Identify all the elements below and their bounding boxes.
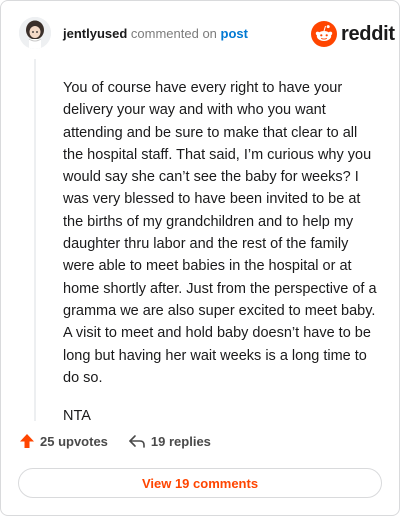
reply-count: 19 replies <box>150 433 211 449</box>
replies-button[interactable]: 19 replies <box>128 433 211 449</box>
upvote-arrow-icon <box>20 434 34 448</box>
reply-arrow-icon <box>129 435 145 448</box>
commented-on-text: commented on <box>130 26 217 41</box>
upvote-button[interactable]: 25 upvotes <box>19 433 108 449</box>
comment-header: jentlyused commented on post <box>63 26 248 42</box>
reddit-logo[interactable]: reddit <box>311 21 395 47</box>
comment-paragraph: NTA <box>63 408 91 425</box>
comment-actions: 25 upvotes 19 replies <box>19 433 231 449</box>
comment-paragraph: You of course have every right to have y… <box>63 80 377 386</box>
reddit-wordmark: reddit <box>341 22 395 45</box>
comment-card: jentlyused commented on post reddit You … <box>0 0 400 516</box>
avatar[interactable] <box>19 17 51 49</box>
upvote-count: 25 upvotes <box>40 433 108 449</box>
post-link[interactable]: post <box>221 26 248 41</box>
view-comments-button[interactable]: View 19 comments <box>18 468 382 498</box>
username[interactable]: jentlyused <box>63 26 127 41</box>
reddit-logo-icon <box>311 21 337 47</box>
avatar-icon <box>19 17 51 49</box>
comment-body: You of course have every right to have y… <box>63 77 381 427</box>
thread-line <box>34 59 36 421</box>
